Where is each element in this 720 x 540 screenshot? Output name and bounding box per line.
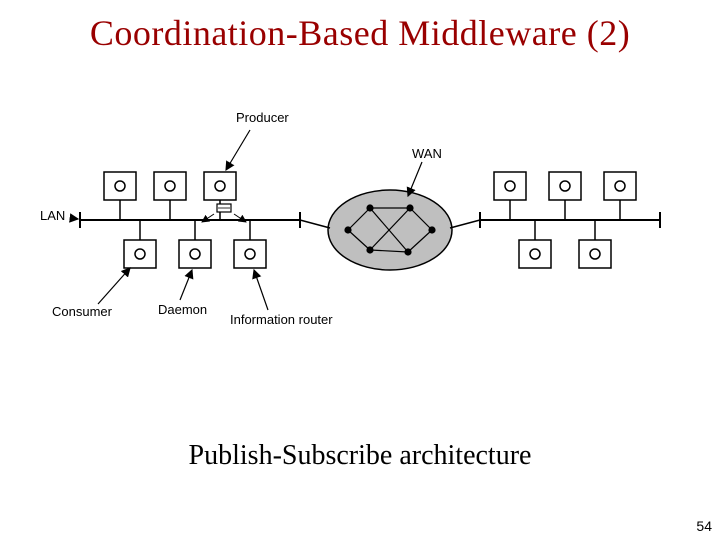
bottom-node-1-consumer bbox=[124, 220, 156, 268]
slide-caption: Publish-Subscribe architecture bbox=[0, 440, 720, 472]
top-node-1 bbox=[104, 172, 136, 220]
lan-arrow bbox=[70, 218, 78, 219]
producer-label: Producer bbox=[236, 110, 289, 125]
architecture-diagram: Producer WAN LAN Consumer Daemon Informa… bbox=[40, 100, 680, 385]
top-node-2 bbox=[154, 172, 186, 220]
consumer-arrow bbox=[98, 268, 130, 304]
wan-label: WAN bbox=[412, 146, 442, 161]
slide-title: Coordination-Based Middleware (2) bbox=[0, 0, 720, 54]
info-router-label: Information router bbox=[230, 312, 333, 327]
bottom-node-2-daemon bbox=[179, 220, 211, 268]
daemon-arrow bbox=[180, 270, 192, 300]
consumer-label: Consumer bbox=[52, 304, 112, 319]
info-router-arrow bbox=[254, 270, 268, 310]
producer-arrow bbox=[226, 130, 250, 170]
top-node-3-producer bbox=[202, 172, 246, 222]
bottom-node-3-info-router bbox=[234, 220, 266, 268]
lan-label: LAN bbox=[40, 208, 65, 223]
daemon-label: Daemon bbox=[158, 302, 207, 317]
diagram-svg bbox=[40, 100, 680, 380]
page-number: 54 bbox=[696, 518, 712, 534]
wan-arrow bbox=[408, 162, 422, 196]
